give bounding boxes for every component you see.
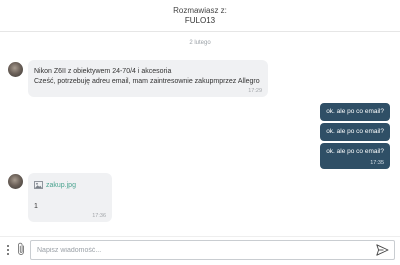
message-text: ok. ale po co email?: [326, 108, 384, 115]
outgoing-message: ok. ale po co email?: [320, 103, 390, 121]
outgoing-message: ok. ale po co email? 17:35: [320, 143, 390, 169]
incoming-message: zakup.jpg 1 17:36: [28, 173, 112, 222]
message-text: ok. ale po co email?: [326, 128, 384, 135]
message-text: Nikon Z6II z obiektywem 24-70/4 i akceso…: [34, 67, 260, 87]
message-input[interactable]: [30, 240, 395, 260]
outgoing-message: ok. ale po co email?: [320, 123, 390, 141]
message-line: Cześć, potrzebuję adreu email, mam zaint…: [34, 78, 260, 85]
avatar[interactable]: [8, 174, 23, 189]
message-composer: [0, 236, 400, 265]
avatar[interactable]: [8, 62, 23, 77]
message-thread[interactable]: 2 lutego Nikon Z6II z obiektywem 24-70/4…: [0, 33, 400, 233]
attachment-name[interactable]: zakup.jpg: [46, 182, 76, 189]
conversation-subtitle: Rozmawiasz z:: [173, 6, 227, 15]
date-separator: 2 lutego: [189, 40, 211, 46]
image-icon: [34, 181, 43, 189]
conversation-header: Rozmawiasz z: FULO13: [0, 0, 400, 32]
send-icon[interactable]: [376, 244, 389, 256]
message-line: Nikon Z6II z obiektywem 24-70/4 i akceso…: [34, 68, 172, 75]
message-text: 1: [34, 203, 38, 210]
kebab-menu-icon[interactable]: [6, 244, 10, 256]
message-time: 17:35: [370, 160, 384, 166]
paperclip-icon[interactable]: [17, 242, 26, 256]
attachment-link[interactable]: zakup.jpg: [34, 181, 76, 189]
message-time: 17:36: [92, 213, 106, 219]
contact-name[interactable]: FULO13: [0, 16, 400, 26]
message-text: ok. ale po co email?: [326, 148, 384, 155]
message-time: 17:29: [248, 88, 262, 94]
incoming-message: Nikon Z6II z obiektywem 24-70/4 i akceso…: [28, 60, 268, 97]
